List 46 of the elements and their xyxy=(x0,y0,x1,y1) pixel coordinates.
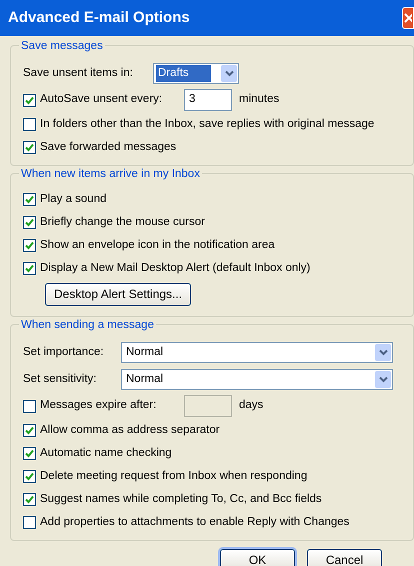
checkbox[interactable] xyxy=(23,493,36,506)
dropdown[interactable]: Drafts xyxy=(153,63,239,84)
checkbox-label: Suggest names while completing To, Cc, and Bcc fields xyxy=(40,492,322,507)
field-label: Save unsent items in: xyxy=(23,66,134,81)
dropdown-value: Normal xyxy=(125,345,164,360)
checkbox[interactable] xyxy=(23,470,36,483)
checkbox[interactable] xyxy=(23,262,36,275)
checkbox-label: Delete meeting request from Inbox when responding xyxy=(40,468,308,484)
dialog-button[interactable]: OK xyxy=(220,549,295,566)
checkbox-label: Messages expire after: xyxy=(40,398,158,414)
checkbox[interactable] xyxy=(23,447,36,460)
checkbox[interactable] xyxy=(23,94,36,106)
chevron-down-icon[interactable] xyxy=(375,371,391,388)
checkbox[interactable] xyxy=(23,118,36,131)
close-icon[interactable] xyxy=(402,7,414,29)
checkbox[interactable] xyxy=(23,193,36,206)
desktop-alert-settings-button[interactable]: Desktop Alert Settings... xyxy=(45,282,192,306)
checkbox-label: Play a sound xyxy=(40,192,106,207)
checkbox-label: Automatic name checking xyxy=(40,446,172,461)
dropdown[interactable]: Normal xyxy=(121,342,393,363)
dropdown[interactable]: Normal xyxy=(121,369,393,390)
checkbox-label: Briefly change the mouse cursor xyxy=(40,214,205,230)
checkbox[interactable] xyxy=(23,424,36,437)
checkbox-label: Allow comma as address separator xyxy=(40,422,220,438)
checkbox[interactable] xyxy=(23,216,36,229)
field-label: Set sensitivity: xyxy=(23,372,98,387)
checkbox[interactable] xyxy=(23,516,36,529)
dropdown-value: Drafts xyxy=(156,65,211,82)
unit-label: days xyxy=(239,398,264,414)
checkbox-label: Display a New Mail Desktop Alert (default Inbox only) xyxy=(40,260,310,276)
checkbox[interactable] xyxy=(23,400,36,412)
dropdown-value: Normal xyxy=(125,372,164,387)
checkbox-label: Show an envelope icon in the notification area xyxy=(40,238,275,253)
unit-label: minutes xyxy=(239,92,280,108)
checkbox[interactable] xyxy=(23,141,36,154)
checkbox-label: AutoSave unsent every: xyxy=(40,92,164,108)
dialog-button[interactable]: Cancel xyxy=(307,549,382,566)
chevron-down-icon[interactable] xyxy=(375,344,391,361)
checkbox-label: Save forwarded messages xyxy=(40,140,176,155)
checkbox-label: In folders other than the Inbox, save replies with original message xyxy=(40,116,374,132)
checkbox-label: Add properties to attachments to enable Reply with Changes xyxy=(40,514,350,530)
input-field[interactable]: 3 xyxy=(184,89,232,111)
chevron-down-icon[interactable] xyxy=(221,65,237,82)
window-title: Advanced E-mail Options xyxy=(8,8,190,28)
checkbox[interactable] xyxy=(23,239,36,252)
field-label: Set importance: xyxy=(23,344,105,360)
